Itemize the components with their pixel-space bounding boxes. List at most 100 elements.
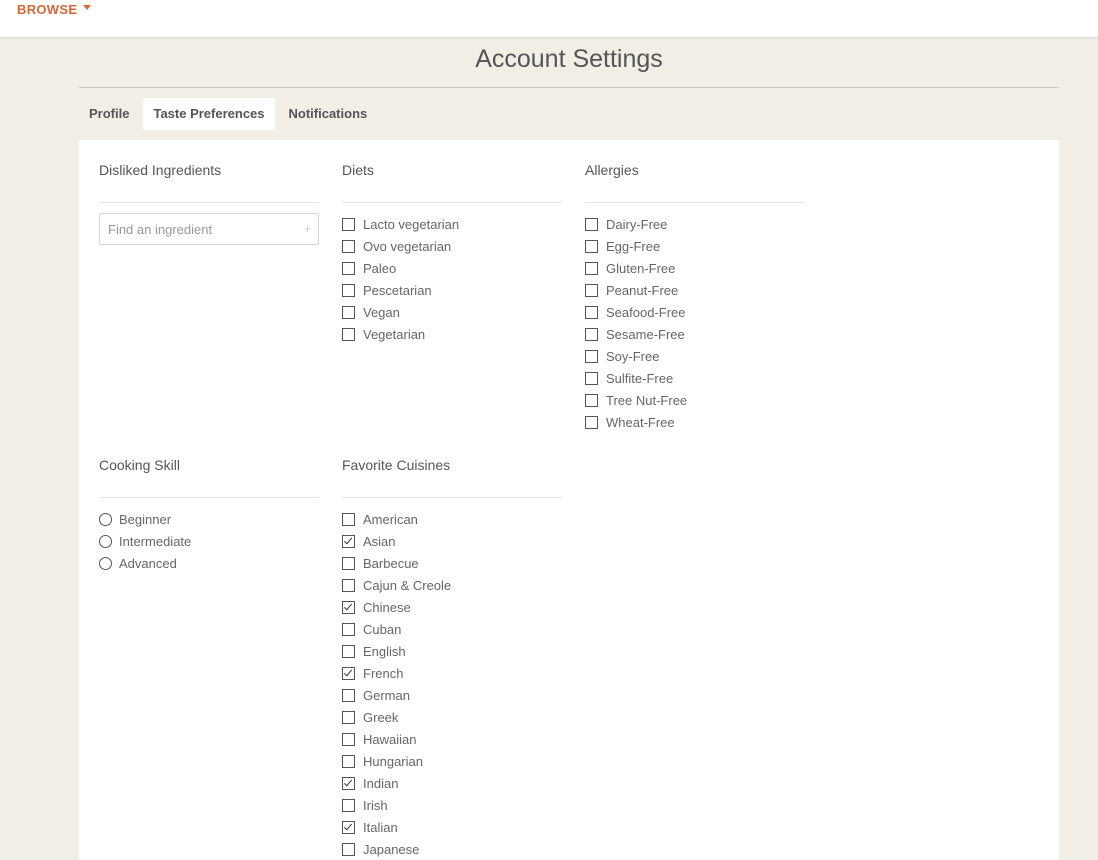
checkbox[interactable] (342, 217, 355, 231)
caret-down-icon (83, 5, 92, 10)
option-label: Advanced (119, 555, 177, 571)
allergy-option-tree-nut-free[interactable]: Tree Nut-Free (585, 389, 805, 411)
option-label: Greek (363, 709, 399, 725)
ingredient-search-input[interactable] (99, 213, 319, 245)
checkbox[interactable] (342, 754, 355, 768)
cuisine-option-cuban[interactable]: Cuban (342, 618, 562, 640)
cuisine-option-barbecue[interactable]: Barbecue (342, 552, 562, 574)
option-label: Seafood-Free (606, 304, 686, 320)
option-label: Gluten-Free (606, 260, 676, 276)
top-nav-bar: BROWSE (0, 0, 1098, 38)
tab-notifications[interactable]: Notifications (279, 98, 378, 130)
allergy-option-soy-free[interactable]: Soy-Free (585, 345, 805, 367)
option-label: Intermediate (119, 533, 192, 549)
checkbox[interactable] (342, 622, 355, 636)
radio-button[interactable] (99, 534, 112, 548)
checkbox[interactable] (585, 239, 598, 253)
checkbox[interactable] (342, 261, 355, 275)
diets-list: Lacto vegetarian Ovo vegetarian Paleo Pesce… (342, 213, 562, 345)
checkbox[interactable] (342, 578, 355, 592)
checkbox[interactable] (342, 842, 355, 856)
cuisine-option-japanese[interactable]: Japanese (342, 838, 562, 860)
allergy-option-egg-free[interactable]: Egg-Free (585, 235, 805, 257)
cuisine-option-cajun-and-creole[interactable]: Cajun & Creole (342, 574, 562, 596)
tab-profile[interactable]: Profile (79, 98, 139, 130)
checkbox[interactable] (342, 305, 355, 319)
checkbox[interactable] (585, 217, 598, 231)
cuisine-option-hungarian[interactable]: Hungarian (342, 750, 562, 772)
section-divider (99, 497, 319, 498)
diet-option-ovo-vegetarian[interactable]: Ovo vegetarian (342, 235, 562, 257)
checkbox[interactable] (342, 820, 355, 834)
ingredient-search: + (99, 213, 319, 245)
option-label: English (363, 643, 406, 659)
checkbox[interactable] (342, 283, 355, 297)
checkbox[interactable] (342, 666, 355, 680)
cuisine-option-indian[interactable]: Indian (342, 772, 562, 794)
plus-icon[interactable]: + (304, 223, 311, 235)
checkbox[interactable] (585, 283, 598, 297)
checkbox[interactable] (342, 327, 355, 341)
checkbox[interactable] (585, 305, 598, 319)
allergy-option-seafood-free[interactable]: Seafood-Free (585, 301, 805, 323)
cuisine-option-hawaiian[interactable]: Hawaiian (342, 728, 562, 750)
checkbox[interactable] (585, 349, 598, 363)
browse-label: BROWSE (17, 2, 78, 17)
checkbox[interactable] (342, 534, 355, 548)
cuisine-option-greek[interactable]: Greek (342, 706, 562, 728)
allergy-option-gluten-free[interactable]: Gluten-Free (585, 257, 805, 279)
cuisine-option-german[interactable]: German (342, 684, 562, 706)
diet-option-paleo[interactable]: Paleo (342, 257, 562, 279)
section-title: Diets (342, 162, 374, 178)
cuisine-option-asian[interactable]: Asian (342, 530, 562, 552)
diet-option-pescetarian[interactable]: Pescetarian (342, 279, 562, 301)
option-label: Lacto vegetarian (363, 216, 460, 232)
diet-option-lacto-vegetarian[interactable]: Lacto vegetarian (342, 213, 562, 235)
skill-option-intermediate[interactable]: Intermediate (99, 530, 319, 552)
checkbox[interactable] (342, 556, 355, 570)
allergies-list: Dairy-Free Egg-Free Gluten-Free Peanut-Free… (585, 213, 805, 433)
radio-button[interactable] (99, 556, 112, 570)
option-label: German (363, 687, 410, 703)
option-label: American (363, 511, 418, 527)
diet-option-vegan[interactable]: Vegan (342, 301, 562, 323)
checkbox[interactable] (342, 710, 355, 724)
cuisine-option-irish[interactable]: Irish (342, 794, 562, 816)
checkbox[interactable] (585, 371, 598, 385)
checkbox[interactable] (585, 261, 598, 275)
option-label: Irish (363, 797, 388, 813)
radio-button[interactable] (99, 512, 112, 526)
option-label: Indian (363, 775, 399, 791)
cuisine-option-italian[interactable]: Italian (342, 816, 562, 838)
diet-option-vegetarian[interactable]: Vegetarian (342, 323, 562, 345)
checkbox[interactable] (342, 732, 355, 746)
checkbox[interactable] (342, 688, 355, 702)
checkbox[interactable] (585, 327, 598, 341)
allergy-option-sulfite-free[interactable]: Sulfite-Free (585, 367, 805, 389)
skill-option-advanced[interactable]: Advanced (99, 552, 319, 574)
checkbox[interactable] (342, 512, 355, 526)
tab-taste-preferences[interactable]: Taste Preferences (143, 98, 275, 130)
checkbox[interactable] (342, 644, 355, 658)
checkbox[interactable] (585, 415, 598, 429)
checkbox[interactable] (342, 776, 355, 790)
skill-option-beginner[interactable]: Beginner (99, 508, 319, 530)
allergy-option-sesame-free[interactable]: Sesame-Free (585, 323, 805, 345)
allergy-option-peanut-free[interactable]: Peanut-Free (585, 279, 805, 301)
option-label: Ovo vegetarian (363, 238, 452, 254)
cuisine-option-american[interactable]: American (342, 508, 562, 530)
option-label: Dairy-Free (606, 216, 668, 232)
checkbox[interactable] (342, 239, 355, 253)
option-label: Japanese (363, 841, 420, 857)
cuisine-option-english[interactable]: English (342, 640, 562, 662)
option-label: Pescetarian (363, 282, 432, 298)
allergy-option-wheat-free[interactable]: Wheat-Free (585, 411, 805, 433)
browse-menu-button[interactable]: BROWSE (17, 2, 92, 17)
checkbox[interactable] (585, 393, 598, 407)
checkbox[interactable] (342, 600, 355, 614)
checkbox[interactable] (342, 798, 355, 812)
cuisine-option-chinese[interactable]: Chinese (342, 596, 562, 618)
allergy-option-dairy-free[interactable]: Dairy-Free (585, 213, 805, 235)
option-label: Egg-Free (606, 238, 661, 254)
cuisine-option-french[interactable]: French (342, 662, 562, 684)
